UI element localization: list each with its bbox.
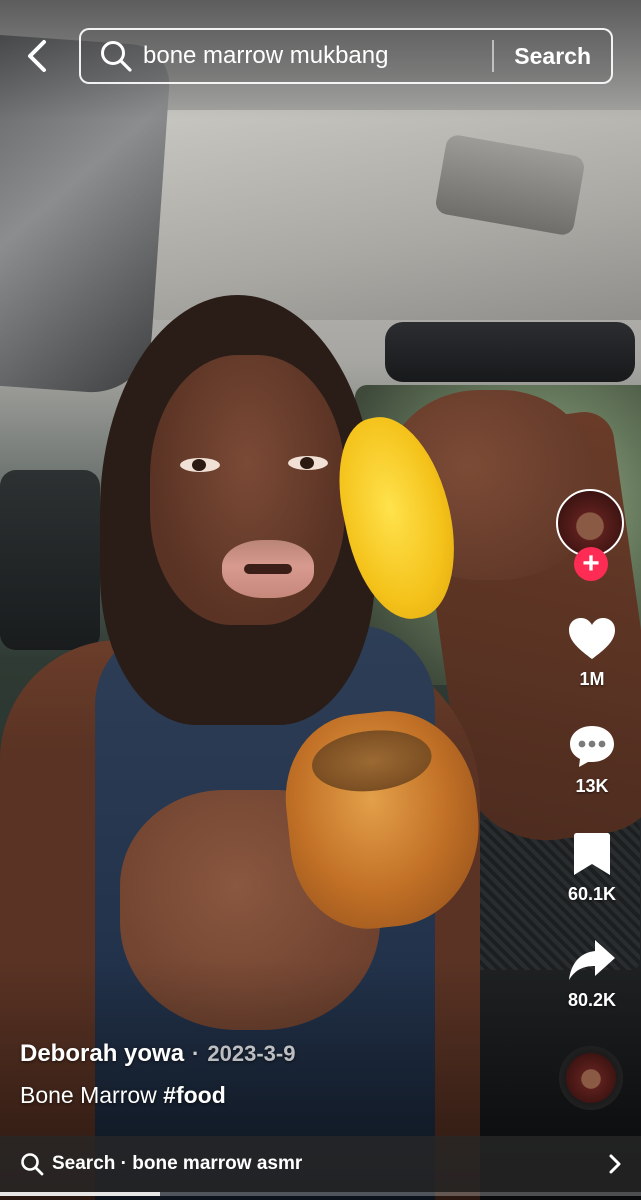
heart-icon	[569, 618, 615, 659]
comment-icon	[570, 726, 614, 767]
search-button[interactable]: Search	[494, 43, 611, 70]
related-search-bar[interactable]: Search · bone marrow asmr	[0, 1136, 641, 1192]
search-bar[interactable]: bone marrow mukbang Search	[79, 28, 613, 84]
sound-disc[interactable]	[559, 1046, 623, 1110]
chevron-right-icon	[609, 1154, 621, 1174]
back-chevron-icon	[28, 40, 46, 72]
author-name[interactable]: Deborah yowa	[20, 1040, 184, 1068]
playback-progress-fill	[0, 1192, 161, 1196]
sound-avatar	[566, 1053, 616, 1103]
search-icon	[101, 41, 132, 72]
playback-progress-bar[interactable]	[0, 1192, 641, 1196]
comment-count: 13K	[575, 776, 609, 796]
comment-button[interactable]: 13K	[552, 722, 632, 797]
like-button[interactable]: 1M	[552, 615, 632, 690]
video-player[interactable]	[0, 0, 641, 1200]
share-button[interactable]: 80.2K	[552, 936, 632, 1011]
post-description: Bone Marrow #food	[20, 1082, 540, 1109]
share-arrow-icon	[569, 940, 615, 980]
share-count: 80.2K	[567, 990, 617, 1010]
bookmark-icon	[574, 833, 610, 875]
follow-button[interactable]: +	[574, 547, 608, 581]
search-icon	[21, 1153, 44, 1176]
description-text: Bone Marrow	[20, 1082, 157, 1108]
plus-icon: +	[582, 547, 600, 580]
caption-separator: ·	[192, 1041, 200, 1066]
related-search-label[interactable]: Search · bone marrow asmr	[52, 1153, 605, 1175]
post-date: 2023-3-9	[207, 1041, 296, 1066]
save-button[interactable]: 60.1K	[552, 830, 632, 905]
back-button[interactable]	[20, 36, 54, 76]
post-caption: Deborah yowa · 2023-3-9 Bone Marrow #foo…	[20, 1040, 540, 1109]
search-query[interactable]: bone marrow mukbang	[143, 42, 492, 70]
hashtag-link[interactable]: #food	[163, 1082, 226, 1108]
save-count: 60.1K	[567, 884, 617, 904]
like-count: 1M	[579, 669, 605, 689]
